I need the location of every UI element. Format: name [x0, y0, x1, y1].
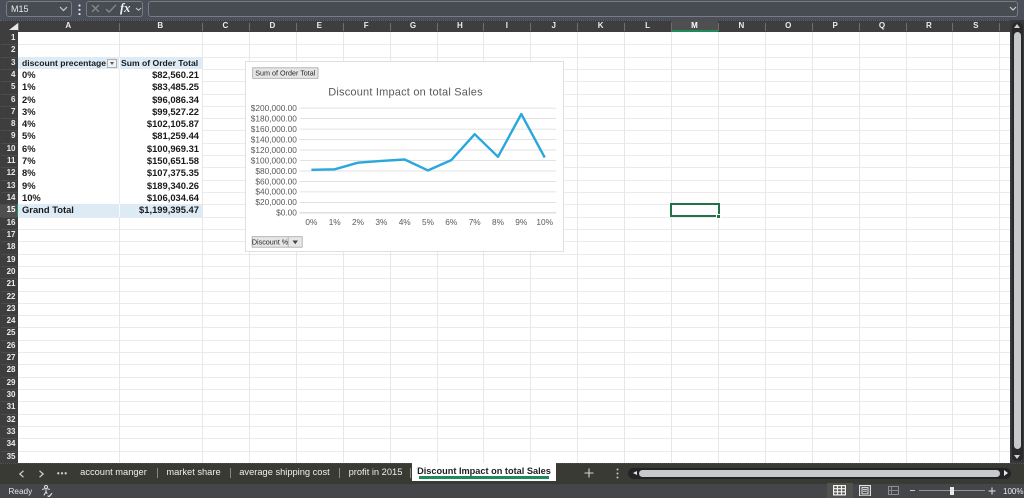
svg-text:$60,000.00: $60,000.00 [256, 176, 298, 186]
svg-text:$40,000.00: $40,000.00 [256, 186, 298, 196]
svg-text:3%: 3% [376, 217, 389, 227]
svg-text:$180,000.00: $180,000.00 [251, 113, 298, 123]
svg-text:$160,000.00: $160,000.00 [251, 123, 298, 133]
svg-text:$20,000.00: $20,000.00 [256, 197, 298, 207]
svg-text:$100,000.00: $100,000.00 [251, 155, 298, 165]
svg-text:$140,000.00: $140,000.00 [251, 134, 298, 144]
svg-text:$120,000.00: $120,000.00 [251, 144, 298, 154]
svg-text:Discount %: Discount % [252, 237, 289, 246]
svg-text:$0.00: $0.00 [276, 207, 297, 217]
svg-text:6%: 6% [446, 217, 459, 227]
svg-text:4%: 4% [399, 217, 412, 227]
svg-text:$80,000.00: $80,000.00 [256, 165, 298, 175]
svg-text:9%: 9% [516, 217, 529, 227]
svg-text:2%: 2% [352, 217, 365, 227]
svg-text:Discount Impact on total Sales: Discount Impact on total Sales [329, 86, 484, 98]
svg-text:8%: 8% [492, 217, 505, 227]
svg-text:0%: 0% [306, 217, 319, 227]
svg-text:1%: 1% [329, 217, 342, 227]
svg-text:5%: 5% [422, 217, 435, 227]
svg-text:Sum of Order Total: Sum of Order Total [256, 68, 317, 77]
svg-text:7%: 7% [469, 217, 482, 227]
svg-text:$200,000.00: $200,000.00 [251, 102, 298, 112]
svg-text:10%: 10% [537, 217, 554, 227]
